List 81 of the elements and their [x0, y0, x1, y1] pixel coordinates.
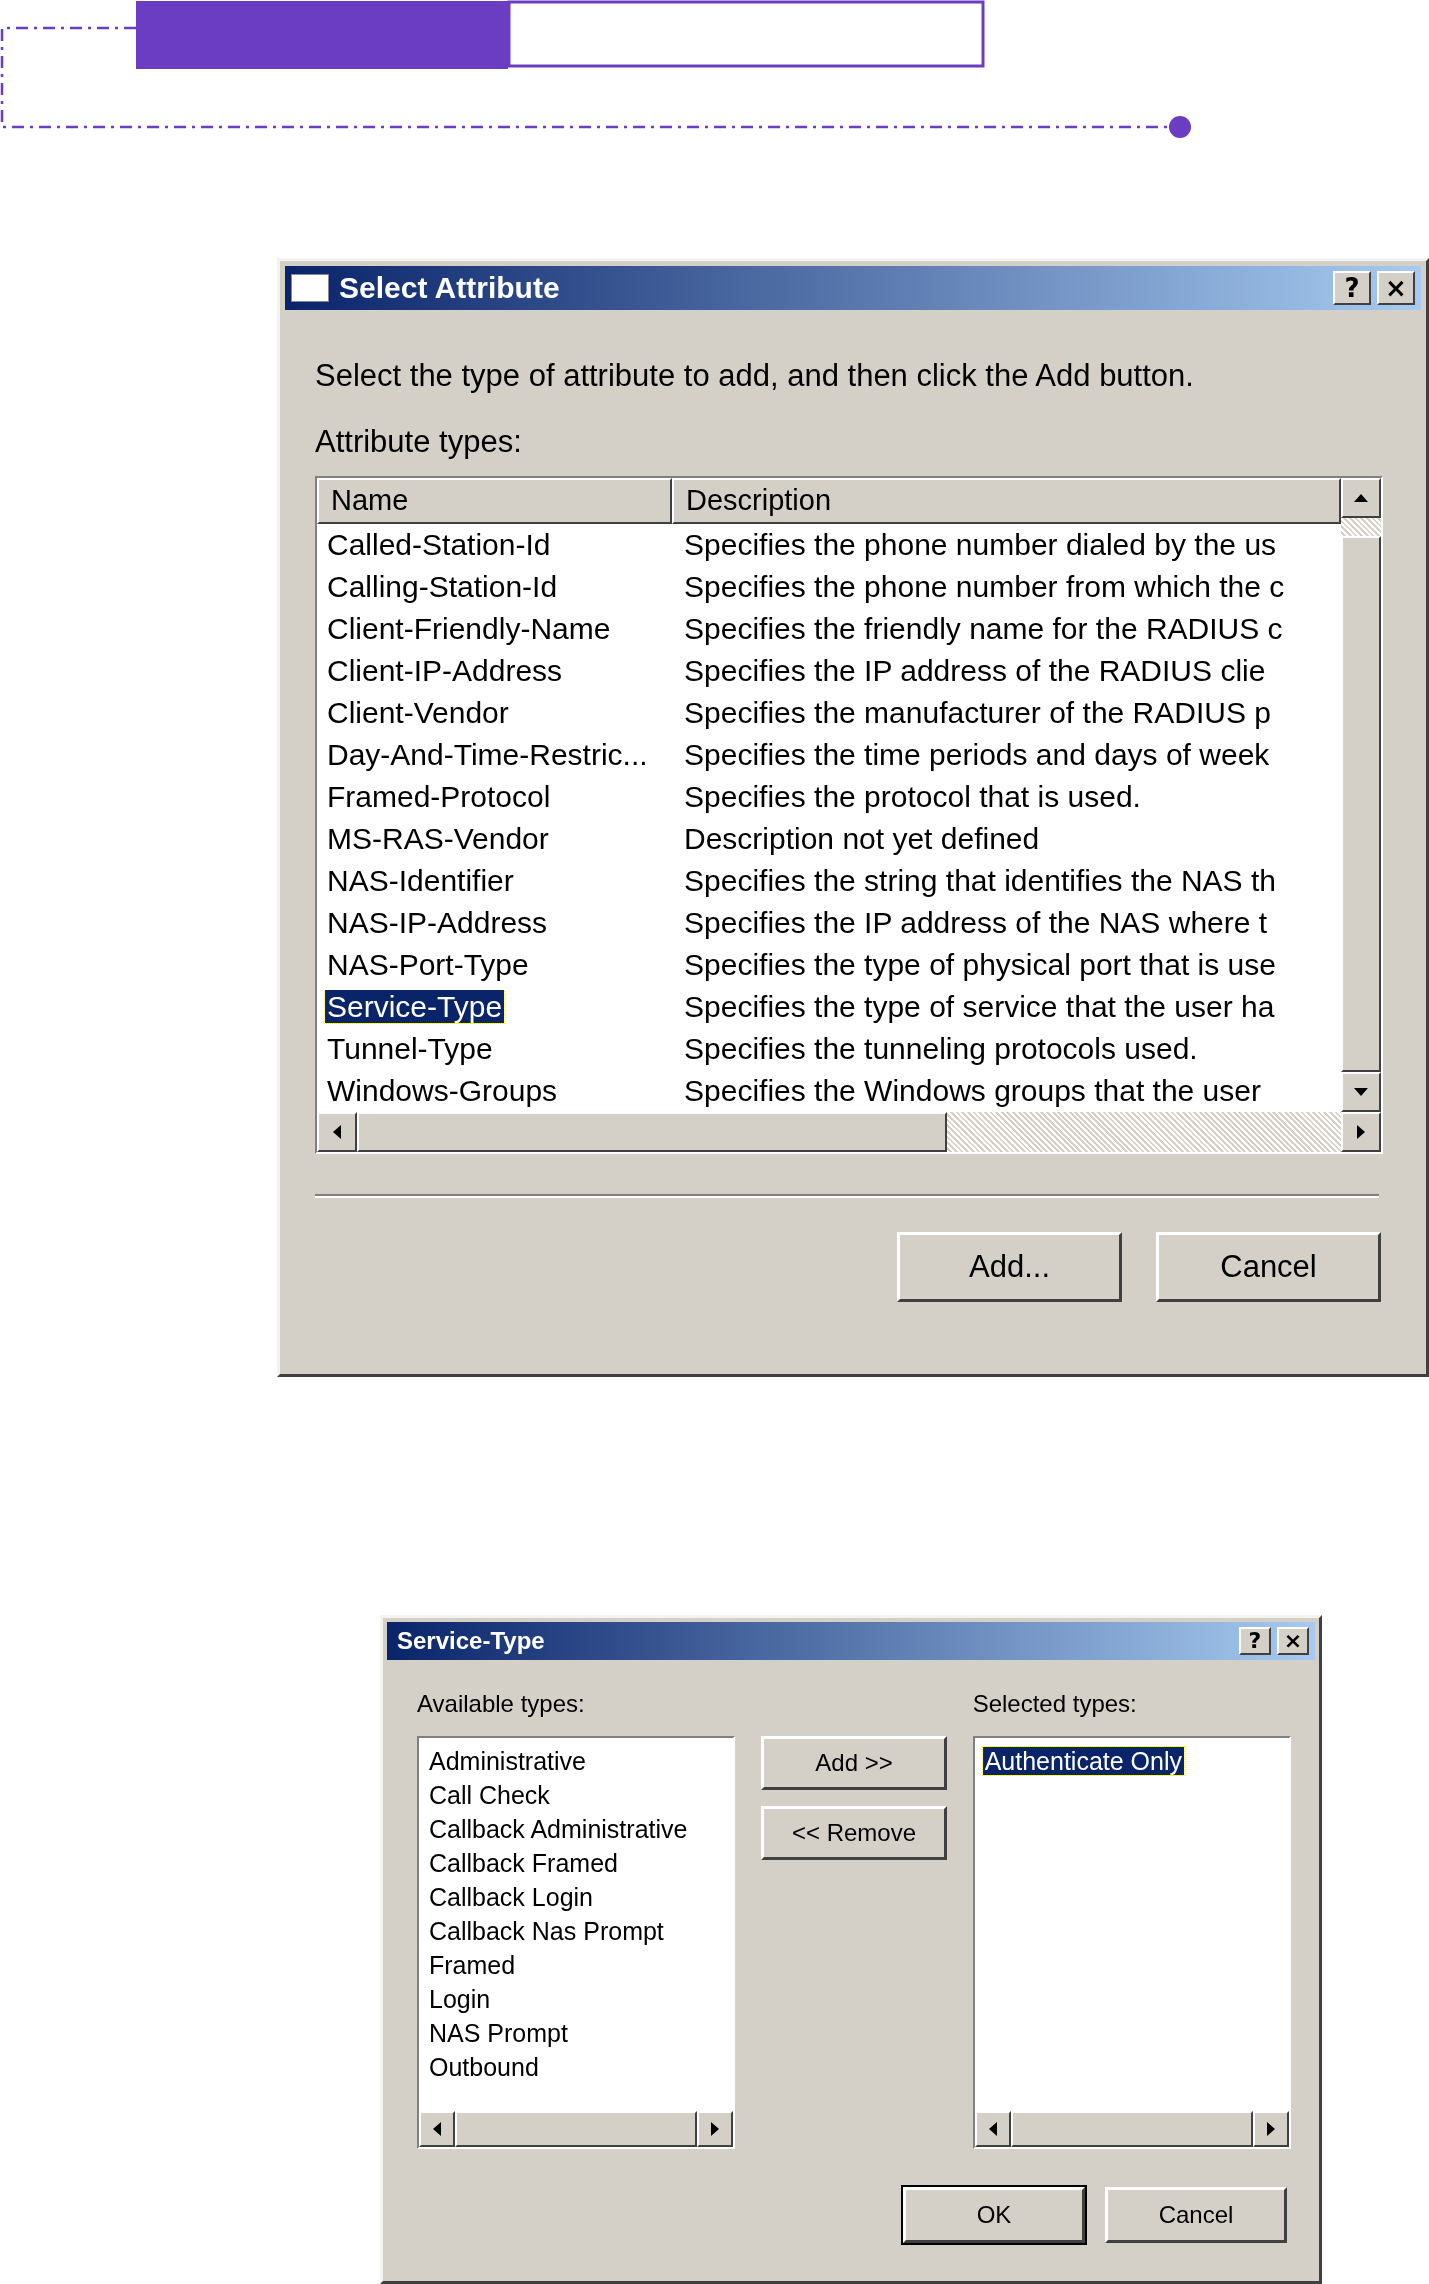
- attribute-description: Specifies the time periods and days of week: [683, 738, 1271, 771]
- help-button[interactable]: ?: [1239, 1627, 1271, 1655]
- attribute-description: Specifies the type of service that the user ha: [683, 990, 1276, 1023]
- attribute-description: Specifies the phone number from which the c: [683, 570, 1286, 603]
- right-arrow-icon: [1356, 1124, 1366, 1140]
- horizontal-scrollbar[interactable]: [419, 2111, 734, 2147]
- attribute-name[interactable]: MS-RAS-Vendor: [325, 822, 551, 855]
- left-arrow-icon: [988, 2122, 997, 2136]
- window-title: Service-Type: [396, 1627, 546, 1655]
- up-arrow-icon: [1353, 493, 1369, 503]
- scroll-down-button[interactable]: [1341, 1072, 1381, 1112]
- attribute-description: Specifies the Windows groups that the user: [683, 1074, 1262, 1107]
- right-arrow-icon: [1267, 2122, 1275, 2136]
- attribute-description: Description not yet defined: [683, 822, 1041, 855]
- close-button[interactable]: ×: [1377, 271, 1415, 305]
- cancel-button[interactable]: Cancel: [1105, 2187, 1287, 2243]
- attribute-description: Specifies the type of physical port that is use: [683, 948, 1277, 981]
- column-header[interactable]: Name: [317, 478, 672, 524]
- attribute-name[interactable]: NAS-IP-Address: [325, 906, 550, 939]
- list-item[interactable]: Callback Administrative: [427, 1815, 690, 1843]
- list-item[interactable]: Authenticate Only: [982, 1747, 1184, 1775]
- attribute-name[interactable]: Client-Vendor: [325, 696, 511, 729]
- scroll-left-button[interactable]: [974, 2111, 1011, 2147]
- down-arrow-icon: [1353, 1087, 1369, 1097]
- scroll-up-button[interactable]: [1341, 478, 1381, 518]
- remove-button[interactable]: << Remove: [761, 1806, 947, 1860]
- horizontal-scrollbar[interactable]: [974, 2111, 1289, 2147]
- scroll-right-button[interactable]: [697, 2111, 734, 2147]
- scroll-thumb[interactable]: [357, 1112, 947, 1152]
- list-label: Available types:: [417, 1690, 586, 1719]
- scroll-track[interactable]: [1341, 518, 1381, 536]
- close-button[interactable]: ×: [1277, 1627, 1309, 1655]
- list-label: Attribute types:: [315, 424, 523, 461]
- list-item[interactable]: Callback Framed: [427, 1849, 620, 1877]
- left-arrow-icon: [332, 1124, 342, 1140]
- instruction-text: Select the type of attribute to add, and then click the Add button.: [315, 358, 1195, 395]
- attribute-name[interactable]: Calling-Station-Id: [325, 570, 560, 603]
- attribute-name[interactable]: Windows-Groups: [325, 1074, 560, 1107]
- list-item[interactable]: NAS Prompt: [427, 2019, 570, 2047]
- attribute-description: Specifies the phone number dialed by the us: [683, 528, 1278, 561]
- help-button[interactable]: ?: [1333, 271, 1371, 305]
- attribute-description: Specifies the tunneling protocols used.: [683, 1032, 1199, 1065]
- list-item[interactable]: Callback Nas Prompt: [427, 1917, 666, 1945]
- scroll-left-button[interactable]: [419, 2111, 455, 2147]
- attribute-name[interactable]: Service-Type: [325, 990, 505, 1023]
- list-item[interactable]: Outbound: [427, 2053, 541, 2081]
- attribute-name[interactable]: Called-Station-Id: [325, 528, 553, 561]
- attribute-description: Specifies the IP address of the RADIUS clie: [683, 654, 1267, 687]
- left-arrow-icon: [433, 2122, 441, 2136]
- add-button[interactable]: Add >>: [761, 1736, 947, 1790]
- window-title: Select Attribute: [338, 271, 561, 305]
- attribute-name[interactable]: Client-Friendly-Name: [325, 612, 613, 645]
- attribute-description: Specifies the IP address of the NAS where t: [683, 906, 1269, 939]
- window-icon: [291, 274, 329, 302]
- scroll-right-button[interactable]: [1253, 2111, 1289, 2147]
- vertical-scrollbar[interactable]: [1341, 478, 1381, 1112]
- column-header[interactable]: Description: [672, 478, 1341, 524]
- horizontal-scrollbar[interactable]: [317, 1112, 1381, 1152]
- attribute-description: Specifies the protocol that is used.: [683, 780, 1142, 813]
- attribute-name[interactable]: Tunnel-Type: [325, 1032, 495, 1065]
- list-item[interactable]: Callback Login: [427, 1883, 595, 1911]
- list-item[interactable]: Login: [427, 1985, 493, 2013]
- scroll-right-button[interactable]: [1341, 1112, 1381, 1152]
- attribute-name[interactable]: Client-IP-Address: [325, 654, 565, 687]
- list-item[interactable]: Framed: [427, 1951, 518, 1979]
- attribute-name[interactable]: Day-And-Time-Restric...: [325, 738, 650, 771]
- add-button[interactable]: Add...: [897, 1232, 1122, 1302]
- ok-button[interactable]: OK: [903, 2187, 1085, 2243]
- attribute-description: Specifies the friendly name for the RADIUS c: [683, 612, 1284, 645]
- attribute-name[interactable]: Framed-Protocol: [325, 780, 553, 813]
- attribute-name[interactable]: NAS-Port-Type: [325, 948, 531, 981]
- scroll-thumb[interactable]: [1341, 536, 1381, 1072]
- scroll-left-button[interactable]: [317, 1112, 357, 1152]
- list-item[interactable]: Administrative: [427, 1747, 588, 1775]
- attribute-name[interactable]: NAS-Identifier: [325, 864, 516, 897]
- list-label: Selected types:: [972, 1690, 1138, 1719]
- cancel-button[interactable]: Cancel: [1156, 1232, 1381, 1302]
- list-item[interactable]: Call Check: [427, 1781, 552, 1809]
- attribute-description: Specifies the string that identifies the NAS th: [683, 864, 1277, 897]
- right-arrow-icon: [711, 2122, 720, 2136]
- attribute-description: Specifies the manufacturer of the RADIUS p: [683, 696, 1272, 729]
